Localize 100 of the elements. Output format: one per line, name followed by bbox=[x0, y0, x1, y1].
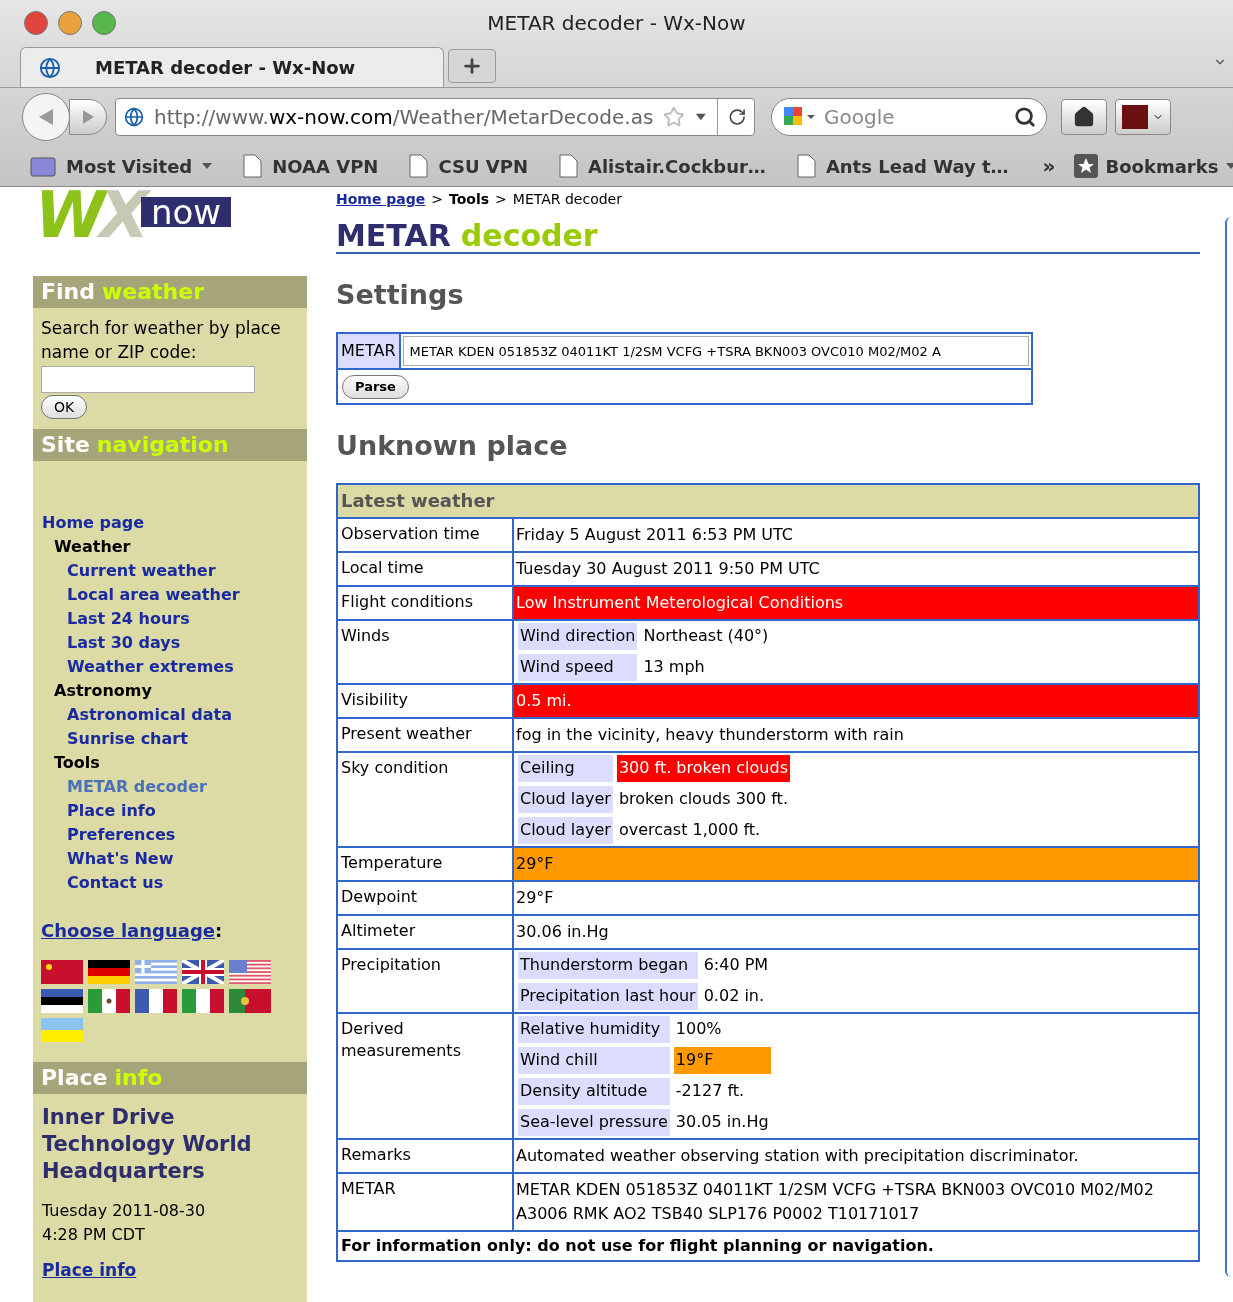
colon-text: : bbox=[215, 919, 223, 943]
row-value: fog in the vicinity, heavy thunderstorm with rain bbox=[513, 717, 1199, 752]
browser-tab[interactable]: METAR decoder - Wx-Now bbox=[20, 47, 444, 87]
site-icon bbox=[124, 105, 145, 129]
page-icon bbox=[242, 154, 263, 178]
detail-value: 13 mph bbox=[642, 656, 706, 678]
section-header: Find weather bbox=[33, 276, 307, 308]
detail-value: 19°F bbox=[673, 1046, 771, 1074]
site-icon bbox=[39, 56, 61, 79]
row-value: Friday 5 August 2011 6:53 PM UTC bbox=[513, 517, 1199, 552]
nav-link[interactable]: Local area weather bbox=[67, 583, 240, 607]
france-flag-icon[interactable] bbox=[135, 989, 177, 1013]
row-label: Visibility bbox=[337, 683, 513, 718]
forward-arrow-icon bbox=[81, 109, 95, 125]
bookmark-item[interactable]: NOAA VPN bbox=[242, 152, 379, 180]
table-caption: Latest weather bbox=[337, 483, 1199, 518]
back-button[interactable] bbox=[22, 93, 70, 141]
nav-link[interactable]: Contact us bbox=[67, 871, 164, 895]
detail-value: 6:40 PM bbox=[702, 954, 770, 976]
nav-group-label: Tools bbox=[54, 752, 100, 774]
row-label: Temperature bbox=[337, 846, 513, 881]
place-info-link[interactable]: Place info bbox=[42, 1259, 137, 1281]
nav-group-label: Astronomy bbox=[54, 680, 152, 702]
nav-link[interactable]: Weather extremes bbox=[67, 655, 234, 679]
breadcrumb-separator: > bbox=[431, 190, 443, 209]
nav-link[interactable]: Place info bbox=[67, 799, 156, 823]
page-icon bbox=[408, 154, 429, 178]
bookmark-item[interactable]: Ants Lead Way t… bbox=[795, 152, 1009, 180]
row-label: Derived measurements bbox=[337, 1012, 513, 1139]
detail-value: 300 ft. broken clouds bbox=[616, 754, 790, 782]
row-value: 0.5 mi. bbox=[513, 683, 1199, 718]
uk-flag-icon[interactable] bbox=[182, 960, 224, 984]
bookmark-item[interactable]: Most Visited bbox=[30, 152, 213, 180]
new-tab-button[interactable] bbox=[448, 49, 496, 83]
nav-link[interactable]: Last 30 days bbox=[67, 631, 181, 655]
page-title: METAR decoder bbox=[336, 220, 1200, 254]
dropdown-icon bbox=[695, 112, 707, 122]
nav-link[interactable]: Last 24 hours bbox=[67, 607, 190, 631]
section-header: Place info bbox=[33, 1062, 307, 1094]
bookmark-item[interactable]: CSU VPN bbox=[408, 152, 528, 180]
detail-value: -2127 ft. bbox=[674, 1080, 746, 1102]
nav-link[interactable]: Home page bbox=[42, 511, 145, 535]
detail-label: Relative humidity bbox=[518, 1015, 670, 1043]
reload-icon bbox=[727, 106, 746, 128]
row-label: Winds bbox=[337, 619, 513, 684]
detail-label: Sea-level pressure bbox=[518, 1108, 670, 1136]
search-field[interactable]: Google bbox=[771, 98, 1047, 136]
breadcrumb-item: METAR decoder bbox=[512, 190, 622, 209]
nav-link[interactable]: Astronomical data bbox=[67, 703, 232, 727]
metar-input[interactable]: METAR KDEN 051853Z 04011KT 1/2SM VCFG +TSRA BKN003 OVC010 M02/M02 A bbox=[402, 336, 1029, 366]
bookmarks-menu[interactable]: Bookmarks bbox=[1073, 152, 1233, 180]
detail-label: Cloud layer bbox=[518, 785, 613, 813]
germany-flag-icon[interactable] bbox=[88, 960, 130, 984]
row-value: 29°F bbox=[513, 880, 1199, 915]
detail-label: Precipitation last hour bbox=[518, 982, 698, 1010]
window-title: METAR decoder - Wx-Now bbox=[487, 9, 746, 37]
home-button[interactable] bbox=[1061, 99, 1107, 135]
mexico-flag-icon[interactable] bbox=[88, 989, 130, 1013]
nav-group-label: Weather bbox=[54, 536, 131, 558]
parse-button[interactable]: Parse bbox=[342, 374, 409, 399]
row-label: Dewpoint bbox=[337, 880, 513, 915]
nav-link[interactable]: What's New bbox=[67, 847, 174, 871]
window-control-icon[interactable] bbox=[24, 11, 48, 35]
bookmark-item[interactable]: Alistair.Cockbur… bbox=[558, 152, 766, 180]
china-flag-icon[interactable] bbox=[41, 960, 83, 984]
portugal-flag-icon[interactable] bbox=[229, 989, 271, 1013]
nav-link[interactable]: Sunrise chart bbox=[67, 727, 188, 751]
overflow-chevron[interactable]: » bbox=[1042, 151, 1056, 181]
row-label: Precipitation bbox=[337, 948, 513, 1013]
row-label: Flight conditions bbox=[337, 585, 513, 620]
window-control-icon[interactable] bbox=[92, 11, 116, 35]
place-date: Tuesday 2011-08-30 bbox=[42, 1200, 206, 1222]
row-value: 29°F bbox=[513, 846, 1199, 881]
breadcrumb-separator: > bbox=[495, 190, 507, 209]
row-value: METAR KDEN 051853Z 04011KT 1/2SM VCFG +TSRA BKN003 OVC010 M02/M02 A3006 RMK AO2 TSB40 SLP176 P0002 T10171017 bbox=[513, 1172, 1199, 1231]
greece-flag-icon[interactable] bbox=[135, 960, 177, 984]
page-icon bbox=[795, 154, 816, 178]
place-input[interactable] bbox=[41, 366, 255, 393]
folder-icon bbox=[30, 155, 56, 177]
choose-language-link[interactable]: Choose language bbox=[41, 917, 215, 944]
usa-flag-icon[interactable] bbox=[229, 960, 271, 984]
address-bar[interactable]: http://www.wx-now.com/Weather/MetarDecode.as bbox=[115, 98, 755, 136]
page-icon bbox=[558, 154, 578, 178]
estonia-flag-icon[interactable] bbox=[41, 989, 83, 1013]
nav-link[interactable]: Preferences bbox=[67, 823, 176, 847]
detail-label: Ceiling bbox=[518, 754, 613, 782]
detail-value: broken clouds 300 ft. bbox=[617, 788, 789, 810]
dropdown-icon bbox=[202, 162, 213, 170]
forward-button[interactable] bbox=[69, 99, 107, 135]
addon-icon bbox=[1122, 105, 1148, 129]
window-control-icon[interactable] bbox=[58, 11, 82, 35]
breadcrumb-item: Tools bbox=[449, 190, 490, 209]
italy-flag-icon[interactable] bbox=[182, 989, 224, 1013]
nav-link[interactable]: Current weather bbox=[67, 559, 216, 583]
addon-button[interactable] bbox=[1115, 99, 1171, 135]
disclaimer-text: For information only: do not use for flight planning or navigation. bbox=[337, 1230, 1199, 1261]
breadcrumb-link[interactable]: Home page bbox=[336, 189, 426, 210]
ok-button[interactable]: OK bbox=[41, 395, 88, 419]
plus-icon bbox=[461, 55, 483, 77]
row-value: Tuesday 30 August 2011 9:50 PM UTC bbox=[513, 551, 1199, 586]
